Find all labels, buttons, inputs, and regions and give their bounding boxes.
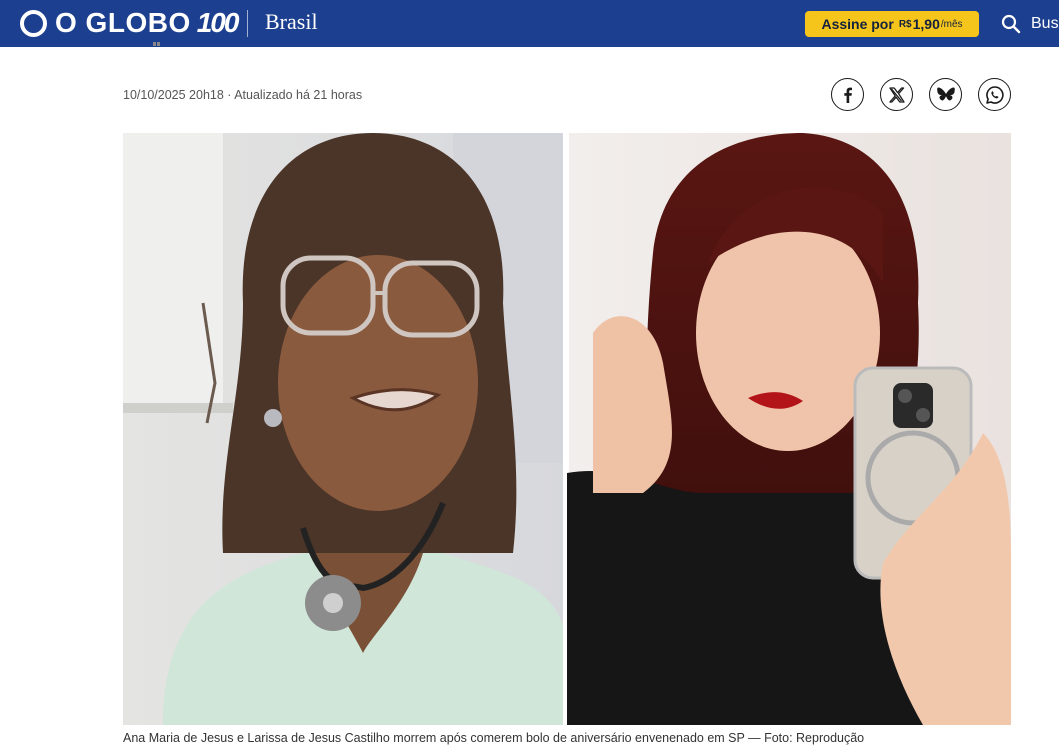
subscribe-label: Assine por — [821, 16, 894, 32]
facebook-icon — [843, 87, 852, 103]
right-portrait — [563, 133, 1011, 725]
oglobo-logo[interactable]: O GLOBO 100 — [20, 6, 240, 40]
article-timestamp: 10/10/2025 20h18 · Atualizado há 21 hora… — [123, 88, 363, 102]
logo-brand-text: O GLOBO — [55, 7, 191, 38]
article-photo — [123, 133, 1011, 725]
subscribe-period: /mês — [940, 18, 963, 30]
header-divider — [247, 10, 248, 37]
scrolled-text-remnant — [123, 40, 163, 48]
logo-o-glyph — [20, 9, 47, 37]
x-icon — [888, 86, 905, 103]
bluesky-icon — [936, 87, 955, 100]
subscribe-currency: R$ — [898, 18, 912, 30]
photo-caption: Ana Maria de Jesus e Larissa de Jesus Ca… — [123, 731, 865, 745]
whatsapp-icon — [985, 85, 1004, 104]
left-portrait — [123, 133, 567, 725]
search-icon — [1001, 14, 1021, 34]
share-x-button[interactable] — [880, 78, 913, 111]
subscribe-price: 1,90 — [912, 16, 940, 32]
share-bluesky-button[interactable] — [929, 78, 962, 111]
share-whatsapp-button[interactable] — [978, 78, 1011, 111]
search-button[interactable]: Bus — [1001, 12, 1059, 36]
subscribe-button[interactable]: Assine por R$ 1,90 /mês — [805, 11, 979, 37]
share-facebook-button[interactable] — [831, 78, 864, 111]
logo-100-text: 100 — [196, 7, 240, 38]
search-label: Bus — [1031, 15, 1059, 32]
section-title[interactable]: Brasil — [265, 9, 318, 35]
